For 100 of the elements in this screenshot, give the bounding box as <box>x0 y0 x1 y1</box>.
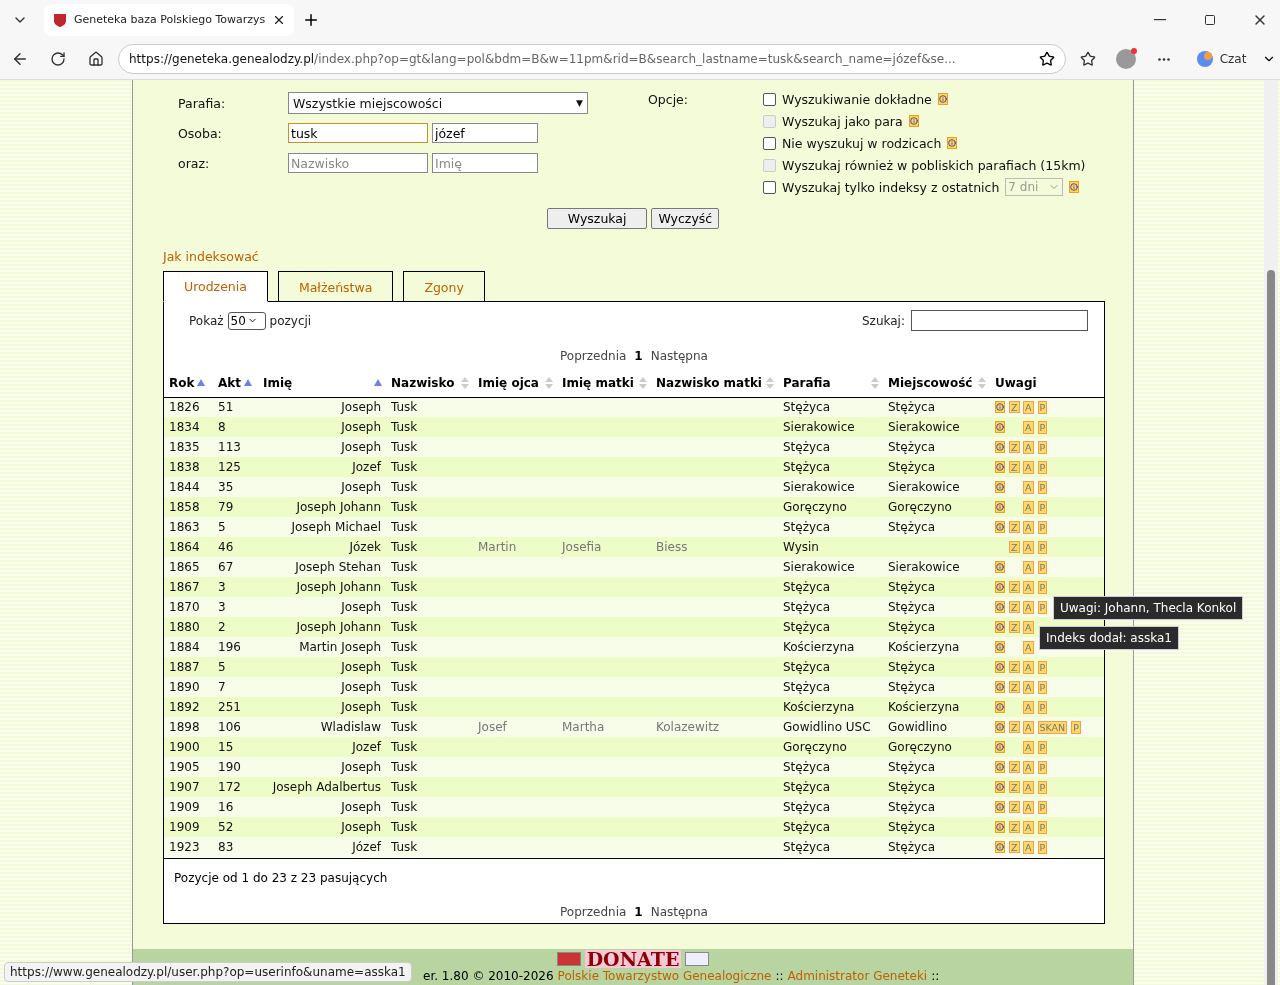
note-tag[interactable]: Z <box>1009 721 1020 733</box>
note-tag[interactable]: Z <box>1009 761 1020 773</box>
info-icon[interactable] <box>995 641 1005 653</box>
column-header[interactable]: Nazwisko matki <box>651 369 778 397</box>
info-icon[interactable] <box>995 681 1005 693</box>
address-bar[interactable]: https://geneteka.genealodzy.pl/index.php?op=gt&lang=pol&bdm=B&w=11pm&rid=B&search_lastname=tusk&search_name=józef&se... <box>118 44 1066 75</box>
note-tag[interactable]: P <box>1037 460 1048 474</box>
lastname-field[interactable]: tusk <box>288 123 428 143</box>
note-tag[interactable]: P <box>1037 540 1048 554</box>
info-icon[interactable] <box>995 621 1005 633</box>
note-tag[interactable]: P <box>1037 740 1048 754</box>
info-icon[interactable] <box>995 521 1005 533</box>
info-icon[interactable] <box>1069 181 1080 193</box>
note-tag[interactable]: Z <box>1009 621 1020 633</box>
parish-select[interactable]: Wszystkie miejscowości ▼ <box>288 92 588 114</box>
note-tag[interactable]: P <box>1037 500 1048 514</box>
info-icon[interactable] <box>995 781 1005 793</box>
note-tag[interactable]: Z <box>1009 441 1020 453</box>
next-link[interactable]: Następna <box>650 349 708 363</box>
info-icon[interactable] <box>995 561 1005 573</box>
scrollbar-thumb[interactable] <box>1267 270 1275 985</box>
note-tag[interactable]: P <box>1037 680 1048 694</box>
note-tag[interactable]: P <box>1037 560 1048 574</box>
note-tag[interactable]: P <box>1037 800 1048 814</box>
browser-tab[interactable]: Geneteka baza Polskiego Towarzys <box>44 3 294 36</box>
name-field[interactable]: józef <box>432 123 538 143</box>
note-tag[interactable]: P <box>1037 780 1048 794</box>
info-icon[interactable] <box>995 581 1005 593</box>
search-button[interactable]: Wyszukaj <box>546 208 648 229</box>
column-header[interactable]: Parafia <box>778 369 883 397</box>
column-header[interactable]: Miejscowość <box>883 369 990 397</box>
name-field[interactable]: Imię <box>432 153 538 173</box>
lastname-field[interactable]: Nazwisko <box>288 153 428 173</box>
note-tag[interactable]: Z <box>1009 401 1020 414</box>
period-select[interactable]: 7 dni <box>1005 178 1064 196</box>
page-size-select[interactable]: 50 <box>227 311 266 330</box>
note-tag[interactable]: A <box>1023 460 1034 474</box>
note-tag[interactable]: P <box>1037 700 1048 714</box>
note-tag[interactable]: A <box>1023 720 1034 734</box>
column-header[interactable]: Akt <box>213 369 258 397</box>
note-tag[interactable]: Z <box>1009 781 1020 793</box>
scrollbar[interactable] <box>1264 80 1278 985</box>
note-tag[interactable]: P <box>1037 520 1048 534</box>
note-tag[interactable]: P <box>1037 600 1048 614</box>
note-tag[interactable]: Z <box>1009 821 1020 833</box>
next-link[interactable]: Następna <box>650 905 708 919</box>
note-tag[interactable]: P <box>1037 420 1048 434</box>
note-tag[interactable]: A <box>1023 540 1034 554</box>
note-tag[interactable]: P <box>1071 720 1081 734</box>
column-header[interactable]: Rok <box>164 369 213 397</box>
note-tag[interactable]: A <box>1023 740 1034 754</box>
note-tag[interactable]: A <box>1023 640 1034 654</box>
star-icon[interactable] <box>1039 51 1055 68</box>
info-icon[interactable] <box>995 801 1005 813</box>
note-tag[interactable]: Z <box>1009 841 1020 853</box>
note-tag[interactable]: P <box>1037 840 1048 854</box>
clear-button[interactable]: Wyczyść <box>651 208 720 229</box>
note-tag[interactable]: Z <box>1009 601 1020 613</box>
note-tag[interactable]: P <box>1037 580 1048 594</box>
info-icon[interactable] <box>995 481 1005 493</box>
info-icon[interactable] <box>995 761 1005 773</box>
checkbox[interactable] <box>763 180 776 194</box>
column-header[interactable]: Nazwisko <box>386 369 473 397</box>
note-tag[interactable]: Z <box>1009 661 1020 673</box>
note-tag[interactable]: A <box>1023 620 1034 634</box>
checkbox[interactable] <box>763 136 776 150</box>
note-tag[interactable]: A <box>1023 700 1034 714</box>
note-tag[interactable]: A <box>1023 500 1034 514</box>
column-header[interactable]: Imię ojca <box>473 369 557 397</box>
scan-tag[interactable]: SKAN <box>1037 720 1068 734</box>
info-icon[interactable] <box>995 741 1005 753</box>
info-icon[interactable] <box>995 601 1005 613</box>
info-icon[interactable] <box>995 821 1005 833</box>
previous-link[interactable]: Poprzednia <box>560 349 627 363</box>
note-tag[interactable]: Z <box>1009 801 1020 813</box>
info-icon[interactable] <box>947 137 958 149</box>
note-tag[interactable]: A <box>1023 760 1034 774</box>
note-tag[interactable]: Z <box>1009 461 1020 473</box>
note-tag[interactable]: A <box>1023 680 1034 694</box>
column-header[interactable]: Uwagi <box>990 369 1104 397</box>
donate-button[interactable]: DONATE <box>584 950 682 968</box>
note-tag[interactable]: P <box>1037 440 1048 454</box>
info-icon[interactable] <box>995 661 1005 673</box>
checkbox[interactable] <box>763 92 776 106</box>
note-tag[interactable]: A <box>1023 520 1034 534</box>
info-icon[interactable] <box>995 441 1005 453</box>
note-tag[interactable]: P <box>1037 480 1048 494</box>
info-icon[interactable] <box>995 401 1005 414</box>
note-tag[interactable]: P <box>1037 400 1048 414</box>
note-tag[interactable]: A <box>1023 660 1034 674</box>
footer-link[interactable]: Administrator Geneteki <box>787 969 928 983</box>
note-tag[interactable]: Z <box>1009 541 1020 553</box>
note-tag[interactable]: A <box>1023 440 1034 454</box>
note-tag[interactable]: A <box>1023 400 1034 414</box>
note-tag[interactable]: A <box>1023 600 1034 614</box>
column-header[interactable]: Imię <box>258 369 386 397</box>
note-tag[interactable]: Z <box>1009 681 1020 693</box>
note-tag[interactable]: A <box>1023 800 1034 814</box>
note-tag[interactable]: A <box>1023 480 1034 494</box>
note-tag[interactable]: Z <box>1009 521 1020 533</box>
